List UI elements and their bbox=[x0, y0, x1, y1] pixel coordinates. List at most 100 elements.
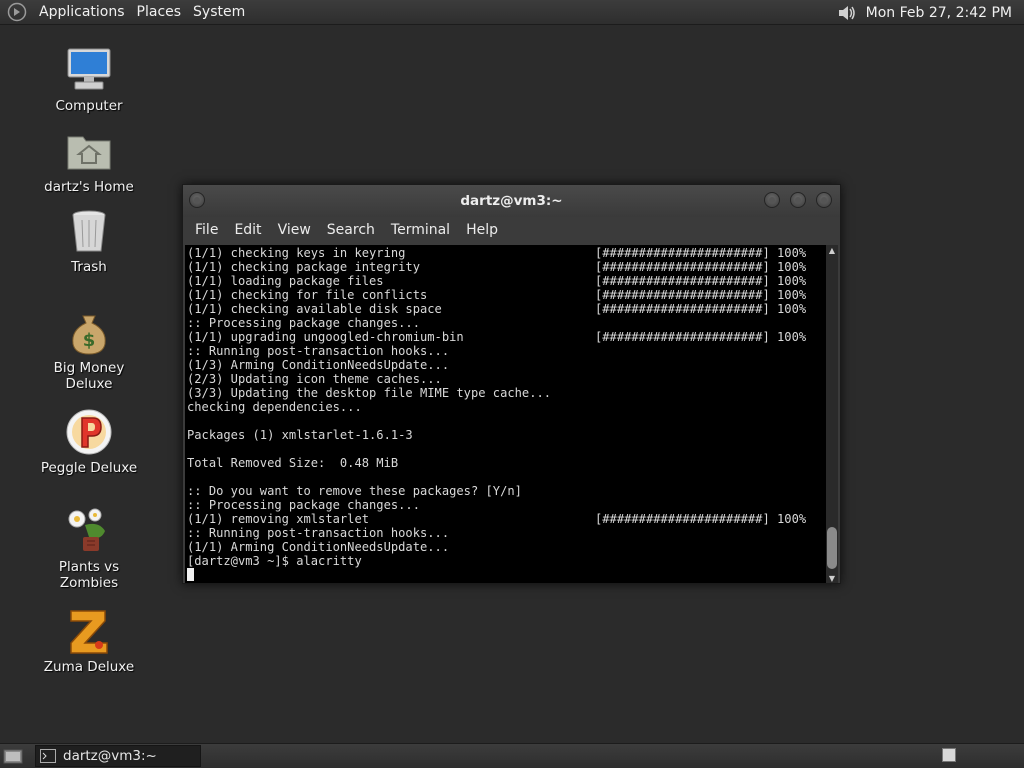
terminal-progress: [######################] 100% bbox=[595, 302, 807, 316]
terminal-line: (1/1) checking available disk space [####… bbox=[187, 302, 827, 316]
zuma-icon bbox=[65, 607, 113, 655]
terminal-line: (1/1) upgrading ungoogled-chromium-bin [#… bbox=[187, 330, 827, 344]
desktop-icon-label: Peggle Deluxe bbox=[40, 460, 138, 476]
top-panel: Applications Places System Mon Feb 27, 2… bbox=[0, 0, 1024, 25]
terminal-line: Packages (1) xmlstarlet-1.6.1-3 bbox=[187, 428, 827, 442]
desktop-icon-peggle[interactable]: Peggle Deluxe bbox=[29, 408, 149, 476]
terminal-line: Total Removed Size: 0.48 MiB bbox=[187, 456, 827, 470]
terminal-line-text bbox=[187, 414, 595, 428]
trash-icon bbox=[65, 207, 113, 255]
terminal-line-text: Packages (1) xmlstarlet-1.6.1-3 bbox=[187, 428, 413, 442]
money-bag-icon: $ bbox=[65, 308, 113, 356]
terminal-line: :: Processing package changes... bbox=[187, 498, 827, 512]
bottom-panel: dartz@vm3:~ bbox=[0, 743, 1024, 768]
terminal-icon bbox=[40, 749, 56, 763]
desktop-icon-label: dartz's Home bbox=[44, 179, 134, 195]
menu-view[interactable]: View bbox=[270, 222, 319, 238]
desktop-icon-label: Plants vs Zombies bbox=[58, 559, 120, 591]
terminal-progress: [######################] 100% bbox=[595, 274, 807, 288]
desktop-icon-plants-vs-zombies[interactable]: Plants vs Zombies bbox=[29, 507, 149, 591]
window-title: dartz@vm3:~ bbox=[460, 193, 563, 209]
show-desktop-icon[interactable] bbox=[3, 747, 23, 765]
terminal-line-text: (3/3) Updating the desktop file MIME typ… bbox=[187, 386, 552, 400]
terminal-line: (1/1) removing xmlstarlet [##############… bbox=[187, 512, 827, 526]
terminal-progress: [######################] 100% bbox=[595, 512, 807, 526]
desktop-icon-zuma[interactable]: Zuma Deluxe bbox=[29, 607, 149, 675]
window-titlebar[interactable]: dartz@vm3:~ bbox=[183, 185, 840, 217]
terminal-line-text bbox=[187, 470, 595, 484]
svg-text:$: $ bbox=[83, 330, 96, 351]
scroll-up-icon[interactable]: ▲ bbox=[826, 245, 838, 255]
terminal-line: (1/3) Arming ConditionNeedsUpdate... bbox=[187, 358, 827, 372]
terminal-line: checking dependencies... bbox=[187, 400, 827, 414]
home-folder-icon bbox=[65, 127, 113, 175]
terminal-line-text: (2/3) Updating icon theme caches... bbox=[187, 372, 442, 386]
window-menu-icon[interactable] bbox=[189, 192, 205, 208]
desktop-icon-label: Big Money Deluxe bbox=[53, 360, 125, 392]
terminal-line-text: :: Running post-transaction hooks... bbox=[187, 344, 450, 358]
terminal-line-text: :: Processing package changes... bbox=[187, 316, 420, 330]
terminal-line bbox=[187, 414, 827, 428]
terminal-line: (1/1) Arming ConditionNeedsUpdate... bbox=[187, 540, 827, 554]
terminal-line-text: checking dependencies... bbox=[187, 400, 362, 414]
terminal-line: (1/1) loading package files [############… bbox=[187, 274, 827, 288]
terminal-line bbox=[187, 470, 827, 484]
terminal-line: (2/3) Updating icon theme caches... bbox=[187, 372, 827, 386]
terminal-line-text: :: Running post-transaction hooks... bbox=[187, 526, 450, 540]
terminal-line-text: [dartz@vm3 ~]$ alacritty bbox=[187, 554, 362, 568]
terminal-line: (1/1) checking for file conflicts [######… bbox=[187, 288, 827, 302]
terminal-line-text bbox=[187, 442, 595, 456]
terminal-line: :: Processing package changes... bbox=[187, 316, 827, 330]
terminal-line bbox=[187, 442, 827, 456]
terminal-line-text: (1/3) Arming ConditionNeedsUpdate... bbox=[187, 358, 450, 372]
terminal-line-text: :: Processing package changes... bbox=[187, 498, 420, 512]
desktop-icon-label: Zuma Deluxe bbox=[43, 659, 135, 675]
desktop-icon-big-money[interactable]: $ Big Money Deluxe bbox=[29, 308, 149, 392]
minimize-icon[interactable] bbox=[764, 192, 780, 208]
desktop-icon-computer[interactable]: Computer bbox=[29, 46, 149, 114]
menu-help[interactable]: Help bbox=[458, 222, 506, 238]
terminal-line-text: (1/1) checking available disk space bbox=[187, 302, 442, 316]
workspace-switcher[interactable] bbox=[942, 748, 956, 762]
terminal-line: :: Running post-transaction hooks... bbox=[187, 344, 827, 358]
terminal-window[interactable]: dartz@vm3:~ File Edit View Search Termin… bbox=[182, 184, 841, 584]
terminal-line: :: Running post-transaction hooks... bbox=[187, 526, 827, 540]
terminal-progress: [######################] 100% bbox=[595, 330, 807, 344]
menu-search[interactable]: Search bbox=[319, 222, 383, 238]
scroll-thumb[interactable] bbox=[827, 527, 837, 569]
menu-terminal[interactable]: Terminal bbox=[383, 222, 458, 238]
terminal-scrollbar[interactable]: ▲ ▼ bbox=[826, 245, 838, 583]
desktop-icon-trash[interactable]: Trash bbox=[29, 207, 149, 275]
clock[interactable]: Mon Feb 27, 2:42 PM bbox=[866, 5, 1012, 21]
speaker-icon[interactable] bbox=[836, 2, 858, 24]
menu-system[interactable]: System bbox=[187, 4, 251, 20]
peggle-icon bbox=[65, 408, 113, 456]
menu-edit[interactable]: Edit bbox=[226, 222, 269, 238]
computer-icon bbox=[65, 46, 113, 94]
terminal-line-text: (1/1) checking for file conflicts bbox=[187, 288, 428, 302]
taskbar-button-terminal[interactable]: dartz@vm3:~ bbox=[35, 745, 201, 767]
menu-applications[interactable]: Applications bbox=[33, 4, 131, 20]
terminal-line: (1/1) checking package integrity [#######… bbox=[187, 260, 827, 274]
maximize-icon[interactable] bbox=[790, 192, 806, 208]
terminal-cursor bbox=[187, 568, 194, 581]
terminal-progress: [######################] 100% bbox=[595, 260, 807, 274]
terminal-line-text: (1/1) loading package files bbox=[187, 274, 384, 288]
terminal-progress: [######################] 100% bbox=[595, 246, 807, 260]
desktop-icon-home[interactable]: dartz's Home bbox=[29, 127, 149, 195]
close-icon[interactable] bbox=[816, 192, 832, 208]
menu-file[interactable]: File bbox=[187, 222, 226, 238]
terminal-menubar: File Edit View Search Terminal Help bbox=[183, 217, 840, 243]
terminal-line-text: (1/1) upgrading ungoogled-chromium-bin bbox=[187, 330, 464, 344]
terminal-line-text: (1/1) checking keys in keyring bbox=[187, 246, 406, 260]
terminal-output[interactable]: (1/1) checking keys in keyring [#########… bbox=[185, 245, 827, 583]
scroll-down-icon[interactable]: ▼ bbox=[826, 573, 838, 583]
terminal-line-text: (1/1) checking package integrity bbox=[187, 260, 420, 274]
terminal-line-text: Total Removed Size: 0.48 MiB bbox=[187, 456, 399, 470]
terminal-line: (3/3) Updating the desktop file MIME typ… bbox=[187, 386, 827, 400]
terminal-line: (1/1) checking keys in keyring [#########… bbox=[187, 246, 827, 260]
terminal-line-text: :: Do you want to remove these packages?… bbox=[187, 484, 522, 498]
menu-places[interactable]: Places bbox=[131, 4, 188, 20]
terminal-progress: [######################] 100% bbox=[595, 288, 807, 302]
gnome-foot-icon[interactable] bbox=[7, 2, 27, 22]
